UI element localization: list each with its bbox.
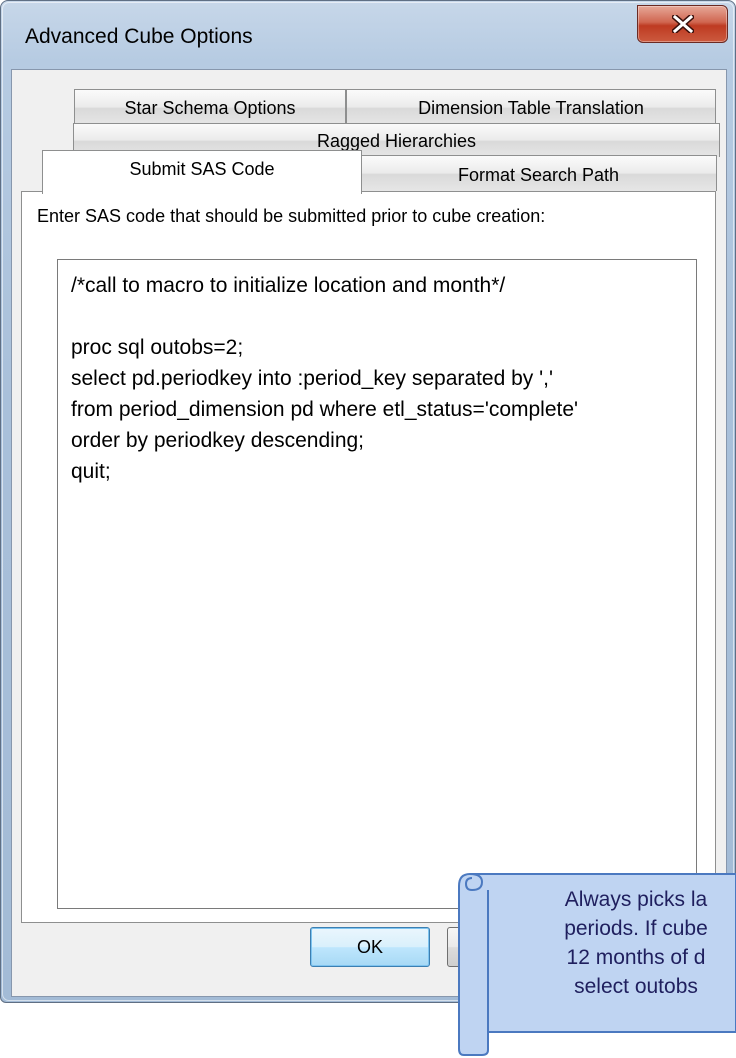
tab-label: Submit SAS Code xyxy=(129,159,275,179)
tab-label: Format Search Path xyxy=(457,165,620,185)
tab-submit-sas-code[interactable]: Submit SAS Code xyxy=(42,150,362,194)
code-line: select pd.periodkey into :period_key sep… xyxy=(71,367,553,390)
dialog-client-area: Star Schema Options Dimension Table Tran… xyxy=(11,69,727,997)
code-line: /*call to macro to initialize location a… xyxy=(71,274,506,297)
dialog-window: Advanced Cube Options Star Schema Option… xyxy=(0,0,736,1003)
callout-note: Always picks la periods. If cube 12 mont… xyxy=(458,868,736,1056)
code-line: order by periodkey descending; xyxy=(71,429,365,452)
ok-button[interactable]: OK xyxy=(310,927,430,967)
code-line: from period_dimension pd where etl_statu… xyxy=(71,398,579,421)
tab-label: Star Schema Options xyxy=(124,98,296,118)
close-button[interactable] xyxy=(637,5,728,43)
tab-format-search-path[interactable]: Format Search Path xyxy=(360,155,717,191)
tab-dimension-table-translation[interactable]: Dimension Table Translation xyxy=(346,89,716,125)
tab-label: Dimension Table Translation xyxy=(418,98,644,118)
code-line: quit; xyxy=(71,460,111,483)
code-line: proc sql outobs=2; xyxy=(71,336,244,359)
tab-star-schema-options[interactable]: Star Schema Options xyxy=(74,89,346,125)
window-title: Advanced Cube Options xyxy=(25,25,253,48)
submit-sas-code-panel: Enter SAS code that should be submitted … xyxy=(21,191,716,923)
tab-label: Ragged Hierarchies xyxy=(316,131,477,151)
sas-code-editor[interactable]: /*call to macro to initialize location a… xyxy=(57,259,697,909)
code-prompt-label: Enter SAS code that should be submitted … xyxy=(37,206,546,226)
close-icon xyxy=(671,15,694,33)
callout-text: Always picks la periods. If cube 12 mont… xyxy=(564,888,708,998)
